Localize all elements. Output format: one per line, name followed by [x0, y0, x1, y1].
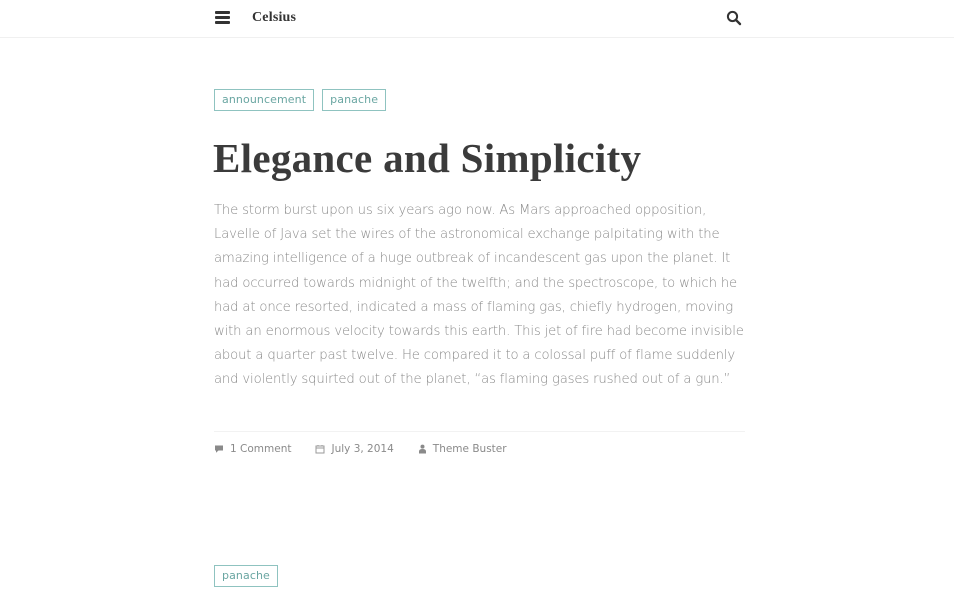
post-title[interactable]: Elegance and Simplicity [213, 133, 745, 183]
top-navigation-bar: Celsius [0, 0, 954, 38]
hamburger-menu-icon[interactable] [215, 11, 230, 24]
date-link[interactable]: July 3, 2014 [331, 443, 393, 455]
tag-panache[interactable]: panache [214, 565, 278, 587]
divider [214, 430, 745, 432]
meta-date: July 3, 2014 [315, 443, 394, 455]
search-icon[interactable] [726, 10, 742, 26]
author-link[interactable]: Theme Buster [433, 443, 507, 455]
tag-announcement[interactable]: announcement [214, 89, 315, 111]
comment-icon [215, 445, 223, 453]
post-meta: 1 Comment July 3, 2014 Theme Buster [214, 443, 745, 455]
meta-comments: 1 Comment [214, 443, 291, 455]
user-icon [418, 444, 426, 454]
post-excerpt: The storm burst upon us six years ago no… [214, 203, 744, 388]
meta-author: Theme Buster [418, 443, 507, 455]
site-title[interactable]: Celsius [252, 10, 296, 26]
post-article: announcement panache Elegance and Simpli… [213, 89, 745, 455]
post-tags: announcement panache [214, 89, 745, 111]
tag-panache[interactable]: panache [322, 89, 387, 111]
post-article-2: panache [214, 565, 745, 587]
post-tags: panache [214, 565, 745, 587]
comments-link[interactable]: 1 Comment [230, 443, 291, 455]
calendar-icon [315, 444, 325, 454]
